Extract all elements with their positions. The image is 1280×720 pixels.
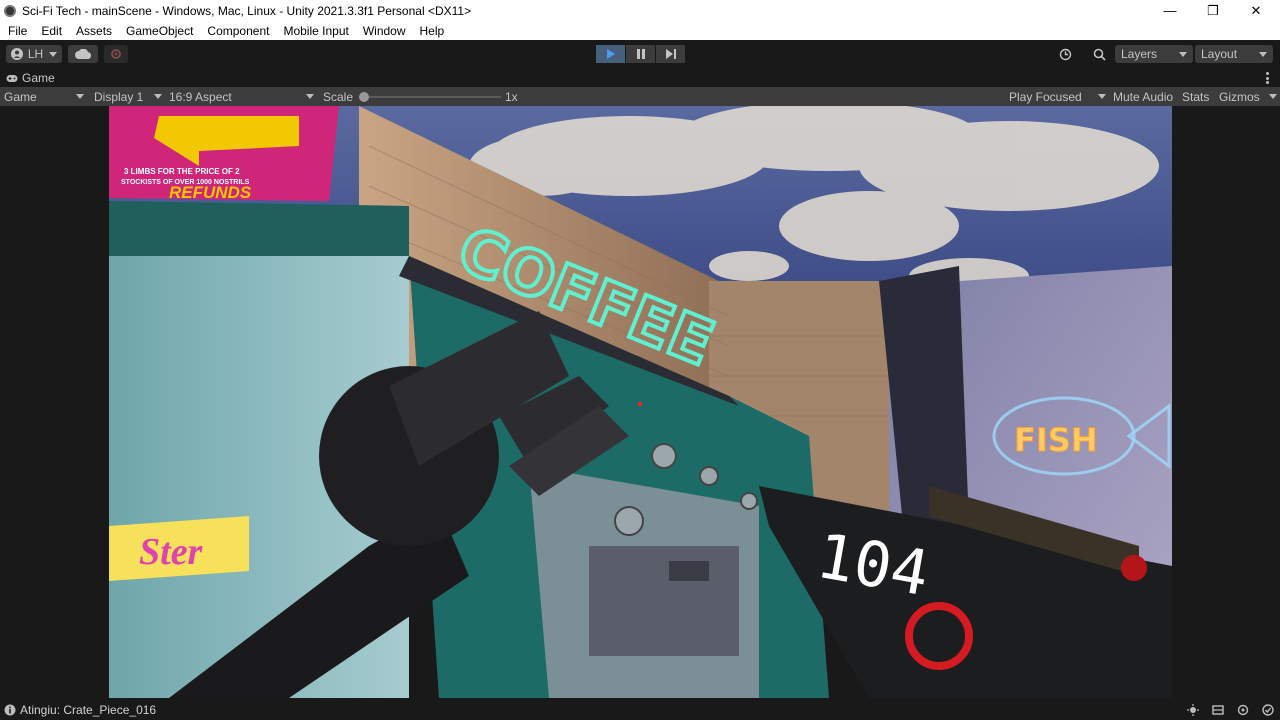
banner-line1: 3 LIMBS FOR THE PRICE OF 2 [124,167,240,176]
mute-audio-button[interactable]: Mute Audio [1113,87,1173,106]
play-controls [596,45,686,63]
more-options-icon[interactable] [1266,72,1269,84]
scale-value: 1x [505,89,518,104]
chevron-down-icon [154,94,162,99]
window-title: Sci-Fi Tech - mainScene - Windows, Mac, … [22,3,472,18]
status-bar: Atingiu: Crate_Piece_016 [0,700,1280,720]
gizmos-label: Gizmos [1219,89,1260,104]
history-icon [1059,48,1071,60]
minimize-button[interactable]: — [1148,0,1192,21]
game-viewport[interactable]: 3 LIMBS FOR THE PRICE OF 2 STOCKISTS OF … [109,106,1172,698]
scale-label: Scale [323,89,354,104]
restore-button[interactable]: ❐ [1191,0,1235,21]
display-dropdown[interactable]: Display 1 [94,87,162,106]
booth-roof [109,201,409,256]
tab-game-label: Game [22,71,55,85]
chevron-down-icon [49,51,58,57]
game-scene: 3 LIMBS FOR THE PRICE OF 2 STOCKISTS OF … [109,106,1172,698]
step-button[interactable] [656,45,685,63]
lighting-icon[interactable] [1187,704,1199,716]
title-bar: Sci-Fi Tech - mainScene - Windows, Mac, … [0,0,1280,21]
step-icon [665,49,676,59]
account-icon [10,48,23,60]
progress-icon[interactable] [1262,704,1274,716]
menu-assets[interactable]: Assets [68,24,118,38]
search-icon [1093,48,1106,61]
unity-logo-icon [4,4,16,17]
cache-icon[interactable] [1212,704,1224,716]
menu-bar: File Edit Assets GameObject Component Mo… [0,21,1280,40]
chevron-down-icon [76,94,84,99]
undo-history-button[interactable] [1052,45,1078,63]
menu-mobile-input[interactable]: Mobile Input [275,24,354,38]
menu-window[interactable]: Window [355,24,412,38]
play-icon [606,49,615,59]
play-button[interactable] [596,45,625,63]
collab-icon [111,49,121,59]
game-tab-row: Game [0,69,1280,87]
game-view-toolbar: Game Display 1 16:9 Aspect Scale 1x Play… [0,87,1280,106]
tab-game[interactable]: Game [6,71,55,85]
cloud-icon [75,49,91,59]
search-button[interactable] [1086,45,1112,63]
chevron-down-icon [1269,94,1277,99]
menu-gameobject[interactable]: GameObject [118,24,199,38]
layers-dropdown[interactable]: Layers [1115,45,1193,63]
chevron-down-icon [1259,51,1267,57]
cloud-button[interactable] [68,45,98,63]
menu-file[interactable]: File [0,24,33,38]
pause-button[interactable] [626,45,655,63]
crosshair-icon [638,402,642,406]
layout-label: Layout [1201,47,1238,61]
stats-button[interactable]: Stats [1182,87,1209,106]
scale-slider[interactable] [359,87,501,106]
scale-slider-track [359,91,501,102]
collab-button[interactable] [104,45,128,63]
status-message[interactable]: Atingiu: Crate_Piece_016 [20,703,156,717]
layers-label: Layers [1121,47,1158,61]
account-dropdown[interactable]: LH [6,45,62,63]
coffee-spout [669,561,709,581]
display-label: Display 1 [94,89,144,104]
info-icon [4,704,16,716]
chevron-down-icon [306,94,314,99]
mode-dropdown[interactable]: Game [4,87,84,106]
menu-edit[interactable]: Edit [33,24,68,38]
coffee-machine-drip-tray [589,546,739,656]
play-focused-label: Play Focused [1009,89,1082,104]
aspect-label: 16:9 Aspect [169,89,232,104]
chevron-down-icon [1179,51,1187,57]
fish-sign-text: FISH [1014,421,1098,459]
menu-component[interactable]: Component [199,24,275,38]
banner-line3: REFUNDS [169,183,252,202]
menu-help[interactable]: Help [412,24,451,38]
account-label: LH [27,47,44,61]
pause-icon [636,49,645,59]
scale-slider-thumb[interactable] [359,91,369,102]
gamepad-icon [6,74,18,82]
layout-dropdown[interactable]: Layout [1195,45,1273,63]
mode-label: Game [4,89,37,104]
chevron-down-icon [1098,94,1106,99]
play-focused-dropdown[interactable]: Play Focused [1009,87,1106,106]
aspect-dropdown[interactable]: 16:9 Aspect [169,87,314,106]
poster-text: Ster [139,531,204,573]
gizmos-dropdown[interactable]: Gizmos [1219,87,1277,106]
close-button[interactable]: ✕ [1234,0,1278,21]
debug-icon[interactable] [1237,704,1249,716]
